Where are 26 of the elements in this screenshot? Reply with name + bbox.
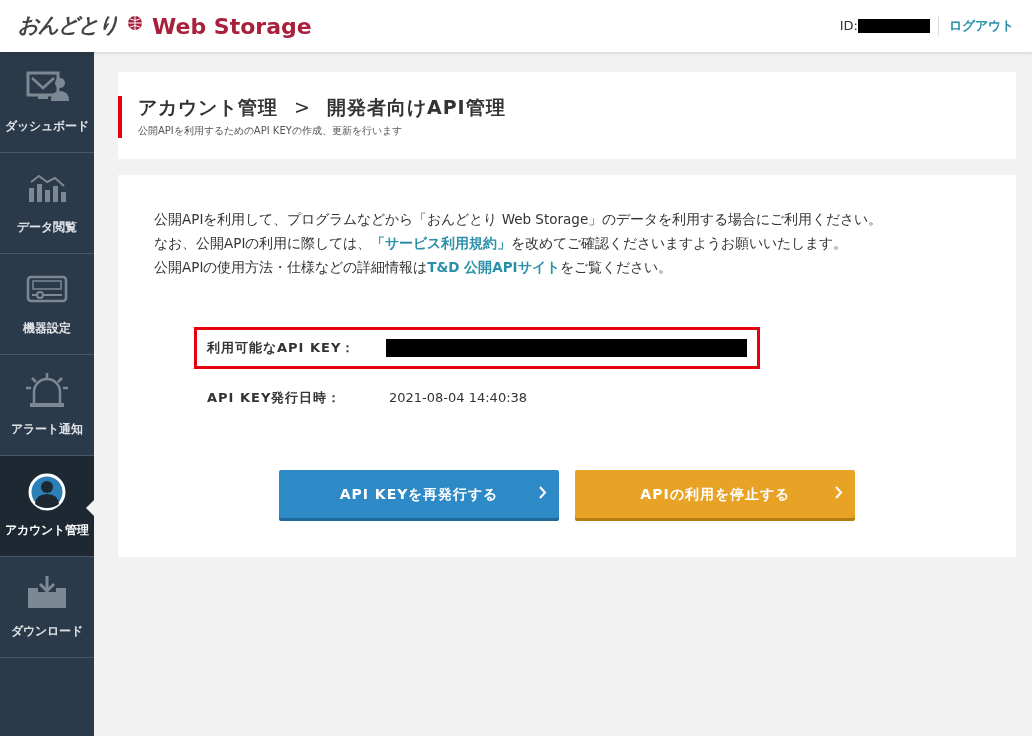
pointer-notch: [86, 500, 94, 516]
logo-product: Web Storage: [152, 12, 312, 41]
field-label: 利用可能なAPI KEY：: [207, 339, 357, 357]
breadcrumb-item: アカウント管理: [138, 96, 278, 118]
sidebar-item[interactable]: ダウンロード: [0, 557, 94, 658]
chevron-right-icon: [539, 486, 547, 499]
sidebar-item[interactable]: ダッシュボード: [0, 52, 94, 153]
page-subtitle: 公開APIを利用するためのAPI KEYの作成、更新を行います: [138, 123, 403, 138]
breadcrumb-separator: >: [294, 96, 311, 118]
intro-text: 公開APIを利用して、プログラムなどから「おんどとり Web Storage」のデータを利用する場合にご利用ください。: [154, 210, 884, 229]
field-value: 2021-08-04 14:40:38: [389, 388, 528, 407]
terms-link[interactable]: T&D 公開APIサイト: [427, 259, 560, 275]
logout-link[interactable]: ログアウト: [938, 16, 1014, 36]
intro-text: なお、公開APIの利用に際しては、「サービス利用規約」を改めてご確認くださいますようお願いいたします。: [154, 234, 849, 253]
sidebar-item[interactable]: データ閲覧: [0, 153, 94, 254]
sidebar-item[interactable]: 機器設定: [0, 254, 94, 355]
alarm-light-icon: [24, 372, 70, 410]
page-title: 開発者向けAPI管理: [326, 96, 506, 118]
logo-text: おんどとり: [18, 12, 118, 40]
action-button[interactable]: API KEYを再発行する: [279, 470, 559, 518]
id-label: ID:: [839, 17, 858, 36]
intro-text: 公開APIの使用方法・仕様などの詳細情報はT&D 公開APIサイト をご覧ください。: [154, 258, 673, 277]
terms-link[interactable]: 「サービス利用規約」: [371, 235, 512, 251]
chevron-right-icon: [835, 486, 843, 499]
field-label: API KEY発行日時：: [207, 388, 343, 407]
sidebar-item[interactable]: アカウント管理: [0, 456, 94, 557]
